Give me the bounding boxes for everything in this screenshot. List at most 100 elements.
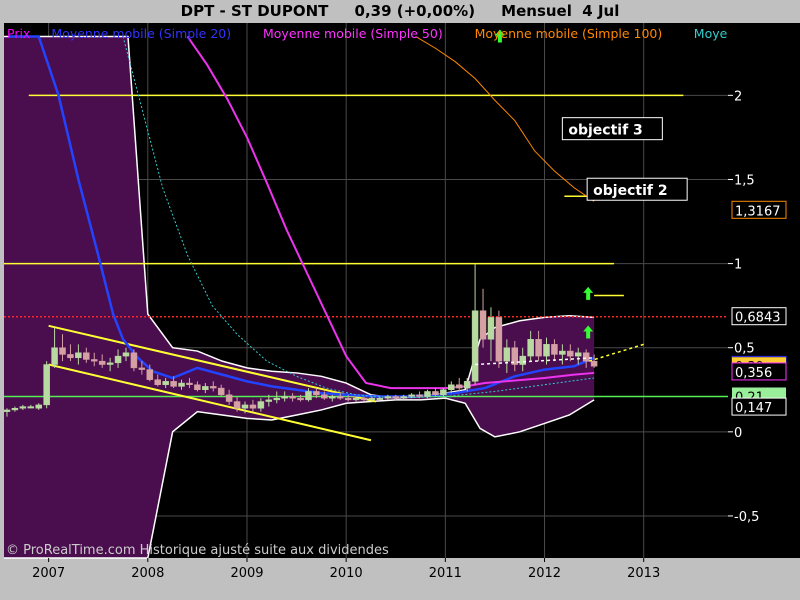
x-tick-label: 2011 <box>429 566 462 581</box>
candle-body <box>43 364 50 406</box>
candle-body <box>217 387 225 396</box>
candle-body <box>241 404 249 409</box>
candle-body <box>67 354 74 359</box>
candle-body <box>59 347 66 355</box>
candle-body <box>91 359 98 362</box>
candle-body <box>27 406 35 409</box>
x-tick-label: 2012 <box>528 566 561 581</box>
candle-body <box>210 386 217 389</box>
candle-body <box>313 391 320 396</box>
candle-body <box>225 394 233 402</box>
candle-body <box>51 347 58 365</box>
candle-body <box>495 317 503 362</box>
copyright-text: © ProRealTime.com Historique ajusté suit… <box>6 543 389 558</box>
candle-body <box>408 394 415 397</box>
price-tag-label: 1,3167 <box>735 204 781 219</box>
candle-body <box>463 381 471 389</box>
candle-body <box>178 382 185 387</box>
y-tick-label: 0,5 <box>734 342 755 357</box>
legend-item: Prix <box>7 26 30 41</box>
candle-body <box>114 355 122 364</box>
annotation-label: objectif 3 <box>568 123 642 139</box>
candle-body <box>11 408 19 411</box>
y-tick-label: 1 <box>734 258 742 273</box>
y-tick-label: 2 <box>734 89 742 104</box>
candle-body <box>305 391 312 401</box>
candle-body <box>487 317 495 340</box>
candle-body <box>543 344 550 357</box>
x-tick-label: 2007 <box>32 566 65 581</box>
candle-body <box>329 396 336 399</box>
candle-body <box>384 396 392 399</box>
candle-body <box>19 406 27 409</box>
candle-body <box>273 397 280 401</box>
candle-body <box>249 404 257 409</box>
y-tick-label: 0 <box>734 426 742 441</box>
candle-body <box>297 397 304 401</box>
candle-body <box>289 396 296 399</box>
candle-body <box>432 391 439 396</box>
candle-body <box>35 404 42 409</box>
candle-body <box>202 386 209 391</box>
candle-body <box>265 399 273 402</box>
legend-item: Moyenne mobile (Simple 20) <box>51 26 231 41</box>
candle-body <box>170 381 177 387</box>
candle-body <box>479 310 487 340</box>
candle-body <box>471 310 479 382</box>
price-tag-label: 0,147 <box>735 401 772 416</box>
x-tick-label: 2008 <box>131 566 164 581</box>
candle-body <box>138 367 146 370</box>
candle-body <box>567 350 574 357</box>
candle-body <box>257 401 265 409</box>
legend: Prix Moyenne mobile (Simple 20) Moyenne mo… <box>7 26 728 41</box>
candle-body <box>527 339 534 357</box>
legend-item: Moye <box>694 26 728 41</box>
legend-item: Moyenne mobile (Simple 100) <box>475 26 663 41</box>
candle-body <box>194 384 201 391</box>
price-tag-label: 0,6843 <box>735 311 781 326</box>
candle-body <box>344 397 352 401</box>
chart-canvas[interactable]: objectif 3 objectif 2 Prix Moyenne mobile … <box>0 0 800 600</box>
candle-body <box>590 360 598 367</box>
x-axis-ticks: 2007 2008 2009 2010 2011 2012 2013 <box>32 558 660 581</box>
candle-body <box>122 352 130 357</box>
candle-body <box>98 360 106 365</box>
candle-body <box>186 382 193 385</box>
candle-body <box>106 362 114 365</box>
candle-body <box>75 352 82 359</box>
candle-body <box>416 394 423 397</box>
candle-body <box>424 391 431 397</box>
candle-body <box>352 397 360 401</box>
annotation-label: objectif 2 <box>593 183 667 199</box>
candle-body <box>503 347 511 362</box>
candle-body <box>321 394 328 399</box>
candle-body <box>574 352 582 357</box>
candle-body <box>535 339 542 357</box>
y-tick-label: 1,5 <box>734 173 755 188</box>
candle-body <box>146 369 154 380</box>
candle-body <box>448 384 455 391</box>
candle-body <box>400 396 407 399</box>
candle-body <box>336 396 344 399</box>
candle-body <box>83 352 90 360</box>
candle-body <box>360 397 368 401</box>
price-tag-label: 0,356 <box>735 366 772 381</box>
candle-body <box>582 352 590 362</box>
candle-body <box>281 396 288 399</box>
candle-body <box>551 344 558 355</box>
candle-body <box>3 409 11 412</box>
candle-body <box>455 384 463 389</box>
x-tick-label: 2009 <box>230 566 263 581</box>
candle-body <box>519 355 526 365</box>
candle-body <box>559 350 566 355</box>
x-tick-label: 2013 <box>627 566 660 581</box>
candle-body <box>130 352 138 369</box>
y-tick-label: -0,5 <box>734 510 759 525</box>
candle-body <box>376 397 384 400</box>
candle-body <box>162 381 169 385</box>
candle-body <box>368 397 376 401</box>
candle-body <box>440 389 447 396</box>
x-tick-label: 2010 <box>330 566 363 581</box>
candle-body <box>154 379 161 385</box>
candle-body <box>233 401 241 409</box>
